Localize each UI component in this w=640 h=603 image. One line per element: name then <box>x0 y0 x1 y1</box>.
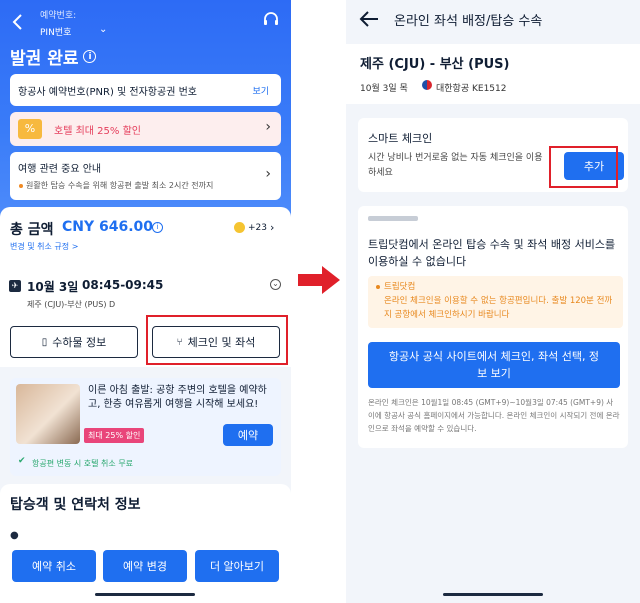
airplane-icon: ✈ <box>9 280 21 292</box>
back-button[interactable] <box>358 8 380 30</box>
baggage-label: 수하물 정보 <box>52 336 107 349</box>
status-title: 발권 완료 <box>10 49 79 69</box>
learn-more-button[interactable]: 더 알아보기 <box>195 550 279 582</box>
warning-prefix: 트립닷컴 <box>384 282 416 292</box>
cancel-booking-button[interactable]: 예약 취소 <box>12 550 96 582</box>
back-button[interactable] <box>8 12 28 32</box>
chevron-right-icon: › <box>270 221 275 234</box>
page-title: 발권 완료 i <box>10 44 97 69</box>
hotel-offer-text: 이른 아침 출발: 공항 주변의 호텔을 예약하고, 한층 여유롭게 여행을 시… <box>88 385 267 410</box>
checkin-unavailable-card: 트립닷컴에서 온라인 탑승 수속 및 좌석 배정 서비스를 이용하실 수 없습니… <box>358 206 628 448</box>
coin-icon <box>234 222 245 233</box>
hotel-promo-banner[interactable]: % 호텔 최대 25% 할인 › <box>10 112 281 146</box>
booking-number-label: 예약번호: <box>40 11 77 21</box>
passenger-section-title: 탑승객 및 연락처 정보 <box>10 497 141 513</box>
total-label: 총 금액 <box>10 222 54 238</box>
airline-site-button[interactable]: 항공사 공식 사이트에서 체크인, 좌석 선택, 정보 보기 <box>368 342 620 388</box>
coupon-icon: % <box>18 119 42 139</box>
smart-checkin-desc: 시간 낭비나 번거로움 없는 자동 체크인을 이용하세요 <box>368 153 543 178</box>
home-indicator <box>95 593 195 596</box>
hotel-book-button[interactable]: 예약 <box>223 424 273 446</box>
page-title: 온라인 좌석 배정/탑승 수속 <box>394 14 543 29</box>
pnr-card[interactable]: 항공사 예약번호(PNR) 및 전자항공권 번호 보기 <box>10 74 281 106</box>
change-booking-button[interactable]: 예약 변경 <box>103 550 187 582</box>
flight-time: 08:45-09:45 <box>82 278 164 292</box>
pnr-label: 항공사 예약번호(PNR) 및 전자항공권 번호 <box>18 87 197 98</box>
hotel-offer-card[interactable]: 이른 아침 출발: 공항 주변의 호텔을 예약하고, 한층 여유롭게 여행을 시… <box>10 378 281 476</box>
highlight-box <box>146 315 288 365</box>
points-badge[interactable]: +23 › <box>234 221 274 234</box>
arrow-left-icon <box>359 11 378 27</box>
chevron-right-icon: › <box>265 166 271 182</box>
highlight-box <box>549 146 618 188</box>
notice-text: 원활한 탑승 수속을 위해 항공편 출발 최소 2시간 전까지 <box>26 181 214 190</box>
flight-date: 10월 3일 <box>27 280 79 294</box>
warning-text: 온라인 체크인을 이용할 수 없는 항공편입니다. 출발 120분 전까지 공항… <box>384 296 613 320</box>
partner-logo-icon <box>368 216 418 221</box>
online-checkin-screen: 온라인 좌석 배정/탑승 수속 제주 (CJU) - 부산 (PUS) 10월 … <box>346 0 640 603</box>
checkin-footnote: 온라인 체크인은 10월1일 08:45 (GMT+9)~10월3일 07:45… <box>368 398 620 433</box>
expand-icon[interactable]: ⌄ <box>270 279 281 290</box>
flight-date: 10월 3일 목 <box>360 84 408 94</box>
free-cancel-text: 항공편 변동 시 호텔 취소 무료 <box>32 459 134 468</box>
total-amount: CNY 646.00 <box>62 219 154 235</box>
flight-route: 제주 (CJU)-부산 (PUS) D <box>27 300 116 309</box>
notice-card[interactable]: 여행 관련 중요 안내 원활한 탑승 수속을 위해 항공편 출발 최소 2시간 … <box>10 152 281 200</box>
info-icon[interactable]: i <box>152 222 163 233</box>
route-title: 제주 (CJU) - 부산 (PUS) <box>360 57 510 72</box>
pnr-view-link[interactable]: 보기 <box>252 84 269 97</box>
policy-link[interactable]: 변경 및 취소 규정 > <box>10 241 78 252</box>
booking-detail-screen: 예약번호: PIN번호 ⌄ 발권 완료 i 항공사 예약번호(PNR) 및 전자… <box>0 0 291 603</box>
chevron-right-icon: › <box>265 119 271 135</box>
discount-badge: 최대 25% 할인 <box>84 428 145 443</box>
transition-arrow-icon <box>298 264 340 296</box>
hotel-promo-text: 호텔 최대 25% 할인 <box>54 126 141 137</box>
luggage-icon: ▯ <box>41 336 48 348</box>
warning-dot-icon <box>376 285 380 289</box>
info-icon[interactable]: i <box>83 50 97 63</box>
smart-checkin-title: 스마트 체크인 <box>368 132 433 145</box>
pin-label[interactable]: PIN번호 <box>40 25 71 38</box>
warning-box: 트립닷컴 온라인 체크인을 이용할 수 없는 항공편입니다. 출발 120분 전… <box>368 276 623 328</box>
notice-title: 여행 관련 중요 안내 <box>18 164 102 175</box>
chevron-down-icon[interactable]: ⌄ <box>99 24 107 35</box>
home-indicator <box>443 593 543 596</box>
hotel-image <box>16 384 80 444</box>
person-icon: ● <box>10 530 19 541</box>
headset-icon[interactable] <box>262 10 280 28</box>
check-shield-icon: ✔ <box>18 456 26 466</box>
notice-dot-icon <box>19 184 23 188</box>
airline-name: 대한항공 KE1512 <box>436 84 507 94</box>
airline-logo-icon <box>422 80 432 90</box>
unavailable-title: 트립닷컴에서 온라인 탑승 수속 및 좌석 배정 서비스를 이용하실 수 없습니… <box>368 238 616 268</box>
arrow-left-icon <box>12 14 22 30</box>
points-value: +23 <box>248 222 267 233</box>
baggage-info-button[interactable]: ▯ 수하물 정보 <box>10 326 138 358</box>
